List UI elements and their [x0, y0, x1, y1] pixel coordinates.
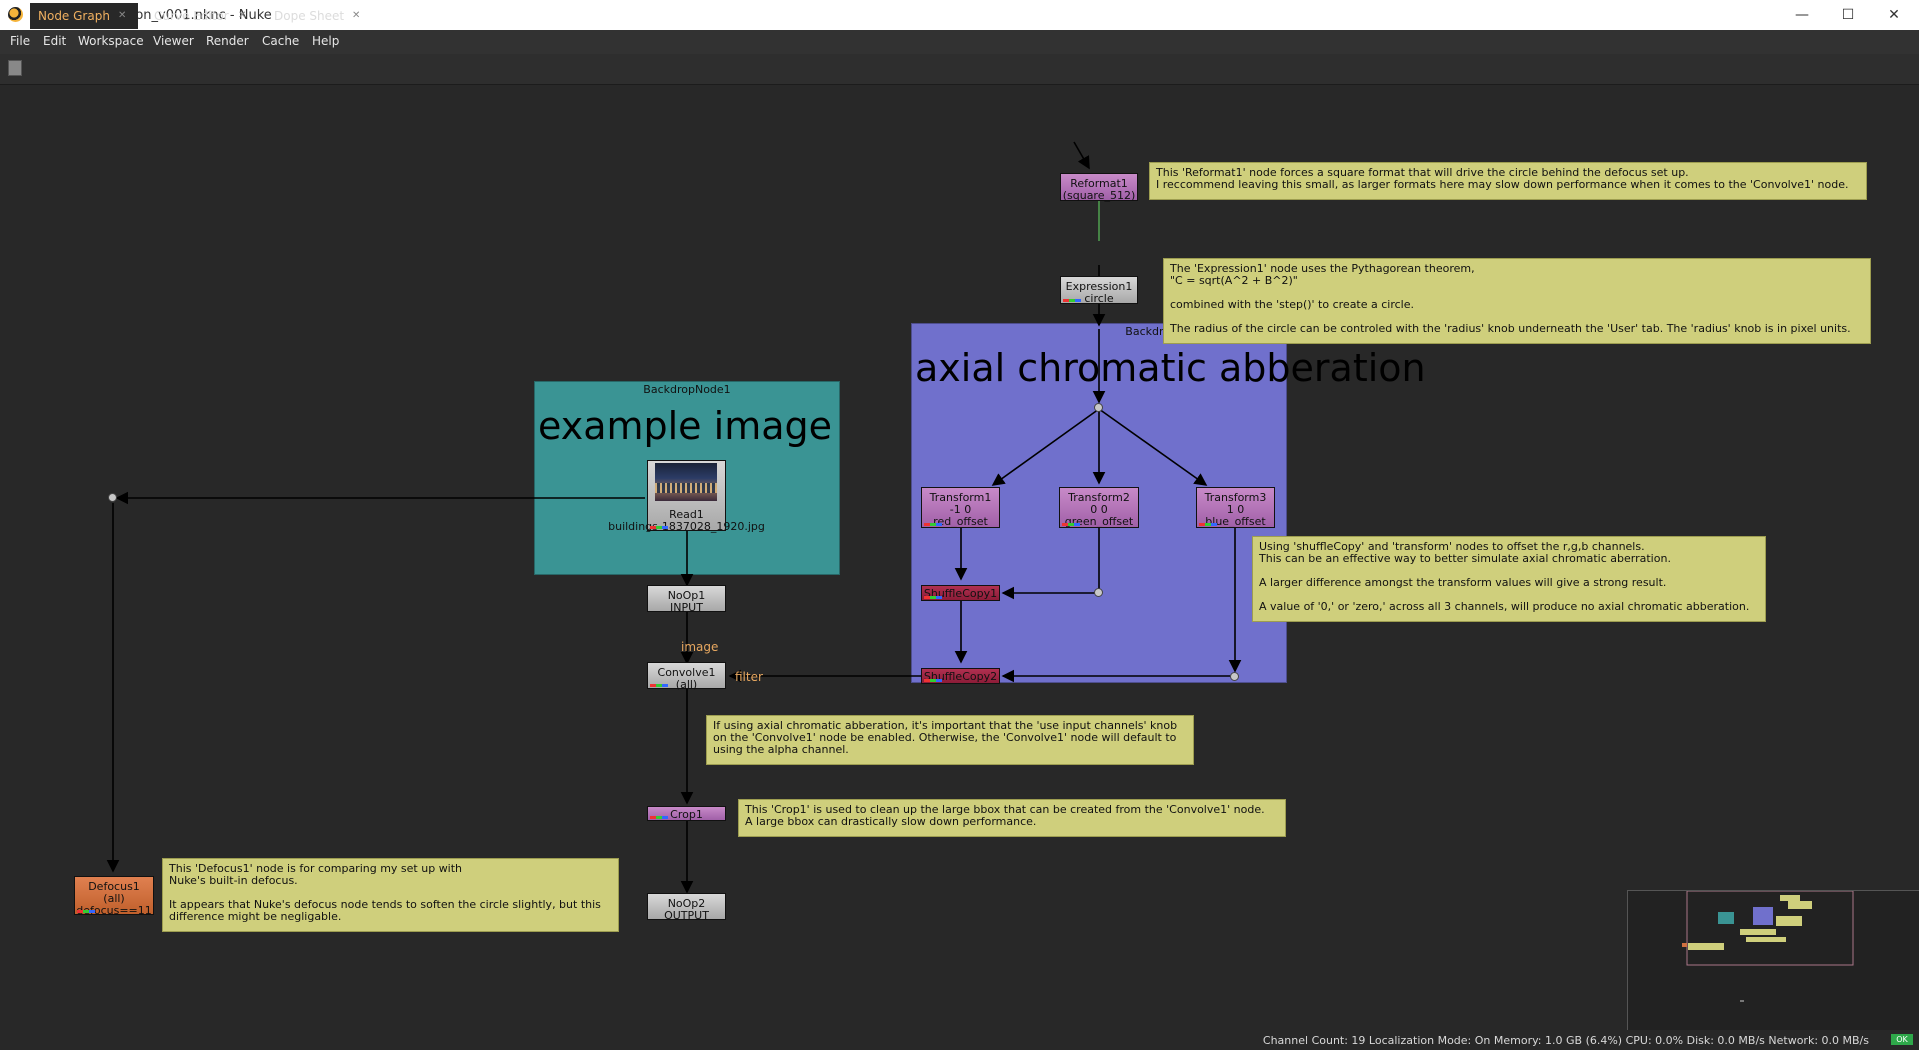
filter-input-label: filter	[735, 670, 763, 684]
sticky-note-defocus[interactable]: This 'Defocus1' node is for comparing my…	[162, 858, 619, 932]
shufflecopy2-node[interactable]: ShuffleCopy2	[921, 668, 1000, 684]
tab-node-graph-close-icon[interactable]: ✕	[118, 3, 126, 29]
dot-to-transform1-edge	[991, 408, 1100, 486]
transform3-node[interactable]: Transform3 1 0 blue_offset	[1196, 487, 1275, 528]
status-text: Channel Count: 19 Localization Mode: On …	[1262, 1034, 1869, 1047]
node-label: red_offset	[933, 515, 988, 528]
dot-to-transform3-edge	[1098, 408, 1208, 486]
nuke-app-icon	[8, 7, 23, 22]
panel-menu-icon[interactable]	[8, 60, 22, 76]
channel-indicator	[1062, 523, 1080, 526]
noop1-node[interactable]: NoOp1 INPUT	[647, 585, 726, 614]
node-label: green_offset	[1064, 515, 1134, 528]
status-ok-badge: OK	[1891, 1034, 1913, 1045]
channel-indicator	[650, 816, 668, 819]
menu-edit[interactable]: Edit	[43, 34, 66, 48]
dot-transform3[interactable]	[1230, 672, 1239, 681]
shufflecopy1-node[interactable]: ShuffleCopy1	[921, 585, 1000, 601]
noop2-node[interactable]: NoOp2 OUTPUT	[647, 893, 726, 922]
menu-bar: File Edit Workspace Viewer Render Cache …	[0, 30, 1919, 54]
channel-indicator	[650, 526, 668, 529]
sticky-note-reformat[interactable]: This 'Reformat1' node forces a square fo…	[1149, 162, 1867, 200]
menu-help[interactable]: Help	[312, 34, 339, 48]
read1-node[interactable]: Read1 buildings-1837028_1920.jpg	[608, 460, 765, 533]
node-graph-canvas[interactable]: BackdropNode1 example image BackdropNode…	[0, 85, 1919, 1030]
minimize-button[interactable]: —	[1779, 0, 1825, 30]
tab-dope-sheet-close-icon[interactable]: ✕	[352, 3, 360, 29]
channel-indicator	[924, 596, 942, 599]
dot-transform2[interactable]	[1094, 588, 1103, 597]
defocus1-node[interactable]: Defocus1 (all) defocus==11	[74, 876, 154, 917]
dot-split[interactable]	[1094, 403, 1103, 412]
menu-render[interactable]: Render	[206, 34, 249, 48]
channel-indicator	[1199, 523, 1217, 526]
tab-dope-sheet[interactable]: Dope Sheet ✕	[268, 3, 368, 29]
node-label: INPUT	[670, 601, 703, 614]
close-window-button[interactable]: ✕	[1871, 0, 1917, 30]
node-name: Crop1	[670, 808, 703, 821]
node-label: OUTPUT	[664, 909, 709, 922]
menu-viewer[interactable]: Viewer	[153, 34, 194, 48]
channel-indicator	[924, 679, 942, 682]
tab-curve-editor-close-icon[interactable]: ✕	[238, 3, 246, 29]
image-input-label: image	[681, 640, 719, 654]
tab-node-graph-label: Node Graph	[38, 9, 110, 23]
menu-file[interactable]: File	[10, 34, 30, 48]
tab-curve-editor-label: Curve Editor	[154, 9, 229, 23]
status-bar: Channel Count: 19 Localization Mode: On …	[0, 1030, 1919, 1050]
minimap-overview	[1682, 890, 1854, 1002]
node-subtitle: (square_512)	[1062, 189, 1136, 202]
sticky-note-crop[interactable]: This 'Crop1' is used to clean up the lar…	[738, 799, 1286, 837]
dot-read[interactable]	[108, 493, 117, 502]
menu-cache[interactable]: Cache	[262, 34, 299, 48]
sticky-note-shuffle[interactable]: Using 'shuffleCopy' and 'transform' node…	[1252, 536, 1766, 622]
channel-indicator	[1063, 299, 1081, 302]
sticky-note-convolve[interactable]: If using axial chromatic abberation, it'…	[706, 715, 1194, 765]
convolve1-node[interactable]: Convolve1 (all)	[647, 662, 726, 691]
tab-dope-sheet-label: Dope Sheet	[274, 9, 345, 23]
expression1-node[interactable]: Expression1 circle	[1060, 276, 1138, 305]
maximize-button[interactable]: ☐	[1825, 0, 1871, 30]
sticky-note-expression[interactable]: The 'Expression1' node uses the Pythagor…	[1163, 258, 1871, 344]
menu-workspace[interactable]: Workspace	[78, 34, 144, 48]
node-file-label: buildings-1837028_1920.jpg	[608, 520, 765, 533]
tab-node-graph[interactable]: Node Graph ✕	[30, 3, 138, 29]
transform1-node[interactable]: Transform1 -1 0 red_offset	[921, 487, 1000, 528]
channel-indicator	[650, 684, 668, 687]
tab-curve-editor[interactable]: Curve Editor ✕	[148, 3, 254, 29]
channel-indicator	[924, 523, 942, 526]
reformat-input-edge	[1073, 141, 1090, 170]
transform2-node[interactable]: Transform2 0 0 green_offset	[1059, 487, 1139, 528]
read-thumbnail-image	[655, 463, 717, 501]
crop1-node[interactable]: Crop1	[647, 806, 726, 821]
node-graph-minimap[interactable]	[1627, 890, 1919, 1031]
panel-tab-bar	[0, 54, 1919, 85]
node-label: blue_offset	[1205, 515, 1266, 528]
channel-indicator	[77, 910, 95, 913]
reformat1-node[interactable]: Reformat1 (square_512)	[1060, 173, 1138, 202]
